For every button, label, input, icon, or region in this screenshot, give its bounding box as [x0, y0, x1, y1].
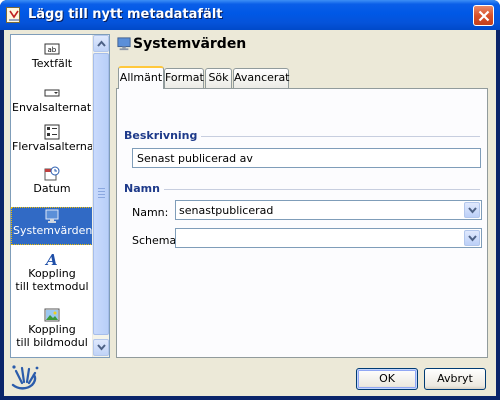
app-logo-icon [11, 365, 39, 390]
scroll-down-button[interactable] [93, 339, 109, 356]
svg-text:A: A [44, 251, 58, 267]
window-title: Lägg till nytt metadatafält [28, 7, 223, 22]
name-label: Namn: [132, 206, 169, 219]
scrollbar-grip [98, 188, 105, 200]
sidebar-item-label: Envalsalternativ [12, 101, 93, 114]
sidebar-item-label: Systemvärden [13, 224, 92, 237]
dialog-window: Lägg till nytt metadatafält ab Textfält … [0, 0, 500, 400]
tab-avancerat[interactable]: Avancerat [233, 68, 290, 88]
group-divider [124, 189, 480, 190]
sidebar-item-flervalsalternativ[interactable]: Flervalsalternativ [11, 124, 93, 153]
name-combobox[interactable]: senastpublicerad [175, 200, 482, 220]
sidebar-item-sublabel: till bildmodul [16, 336, 88, 349]
svg-text:ab: ab [48, 46, 57, 54]
scrollbar-thumb[interactable] [93, 53, 109, 335]
chevron-down-icon [97, 344, 106, 351]
schema-dropdown-button[interactable] [464, 230, 480, 246]
chevron-down-icon [468, 235, 477, 242]
title-bar[interactable]: Lägg till nytt metadatafält [0, 0, 500, 30]
sidebar-item-koppling-bildmodul[interactable]: Koppling till bildmodul [11, 307, 93, 349]
sidebar-item-sublabel: till textmodul [15, 280, 89, 293]
multi-choice-icon [44, 124, 60, 140]
dialog-client-area: ab Textfält Envalsalternativ Flervalsalt… [4, 30, 496, 396]
ok-button[interactable]: OK [356, 368, 418, 390]
schema-label: Schema: [132, 234, 180, 247]
sidebar-item-koppling-textmodul[interactable]: A Koppling till textmodul [11, 251, 93, 293]
description-input[interactable]: Senast publicerad av [132, 148, 481, 168]
sidebar-scrollbar[interactable] [92, 35, 109, 357]
sidebar-item-label: Koppling [28, 267, 76, 280]
cancel-button[interactable]: Avbryt [424, 368, 486, 390]
sidebar-item-label: Flervalsalternativ [12, 140, 93, 153]
tab-allmant[interactable]: Allmänt [118, 66, 164, 89]
tab-format[interactable]: Format [164, 68, 204, 88]
chevron-up-icon [97, 40, 106, 47]
image-module-icon [44, 308, 60, 322]
schema-combobox[interactable] [175, 228, 482, 248]
single-choice-icon [44, 89, 60, 97]
field-type-list[interactable]: ab Textfält Envalsalternativ Flervalsalt… [10, 34, 110, 358]
sidebar-item-textfalt[interactable]: ab Textfält [11, 41, 93, 70]
tab-sok[interactable]: Sök [205, 68, 232, 88]
name-dropdown-button[interactable] [464, 202, 480, 218]
date-icon [44, 166, 60, 181]
sidebar-item-label: Textfält [31, 57, 73, 70]
close-icon [478, 10, 490, 22]
group-title-beskrivning: Beskrivning [124, 129, 202, 142]
sidebar-item-systemvarden[interactable]: Systemvärden [11, 207, 93, 245]
group-title-namn: Namn [124, 182, 164, 195]
tab-panel-allmant: Beskrivning Senast publicerad av Namn Na… [116, 88, 488, 358]
sidebar-item-envalsalternativ[interactable]: Envalsalternativ [11, 85, 93, 114]
close-button[interactable] [473, 5, 494, 26]
name-combobox-value: senastpublicerad [179, 204, 274, 217]
text-field-icon: ab [44, 43, 60, 55]
sidebar-item-label: Koppling [28, 323, 76, 336]
sidebar-item-datum[interactable]: Datum [11, 166, 93, 195]
sidebar-item-label: Datum [33, 182, 71, 195]
chevron-down-icon [468, 207, 477, 214]
app-document-icon [6, 7, 20, 23]
text-module-icon: A [44, 251, 58, 267]
scroll-up-button[interactable] [93, 35, 109, 52]
page-title: Systemvärden [133, 36, 247, 52]
system-values-icon [45, 209, 59, 223]
computer-icon [117, 37, 131, 51]
